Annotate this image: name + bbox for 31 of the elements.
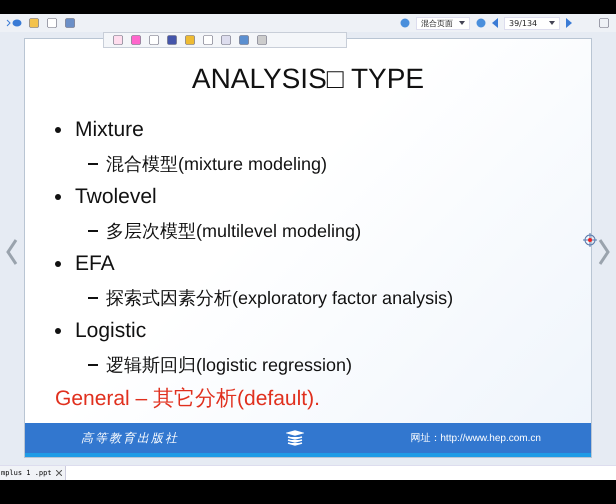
view-mode-dropdown[interactable]: 混合页面 (416, 16, 470, 30)
bullet-item: EFA (75, 252, 115, 276)
bullet-item: General – 其它分析(default). (55, 386, 320, 412)
website-text: 网址：http://www.hep.com.cn (410, 432, 541, 445)
dash-icon (88, 364, 98, 366)
next-page-icon[interactable] (566, 18, 572, 28)
bullet-icon (55, 328, 61, 334)
sub-item: 多层次模型(multilevel modeling) (106, 220, 362, 242)
bullet-icon (55, 194, 61, 200)
sub-item: 探索式因素分析(exploratory factor analysis) (106, 286, 454, 310)
bullet-item: Mixture (75, 118, 144, 142)
sub-item: 逻辑斯回归(logistic regression) (106, 354, 352, 376)
dash-icon (88, 230, 98, 232)
bullet-icon (55, 261, 61, 267)
slide-title: ANALYSIS□ TYPE (192, 63, 424, 95)
close-icon[interactable] (56, 470, 62, 476)
sub-item: 混合模型(mixture modeling) (106, 152, 328, 176)
page-number-dropdown[interactable]: 39/134 (504, 16, 560, 30)
dash-icon (88, 162, 98, 164)
chat-icon[interactable] (6, 17, 22, 29)
next-slide-icon[interactable] (598, 238, 610, 264)
caret-icon (549, 21, 555, 25)
books-icon (286, 430, 304, 446)
previous-slide-icon[interactable] (6, 238, 18, 264)
caret-icon (459, 21, 465, 25)
bullet-item: Twolevel (75, 185, 157, 209)
publisher-logo-text: 高等教育出版社 (81, 430, 179, 446)
previous-page-icon[interactable] (492, 18, 498, 28)
bullet-icon (55, 127, 61, 133)
bullet-item: Logistic (75, 319, 146, 343)
dash-icon (88, 296, 98, 298)
